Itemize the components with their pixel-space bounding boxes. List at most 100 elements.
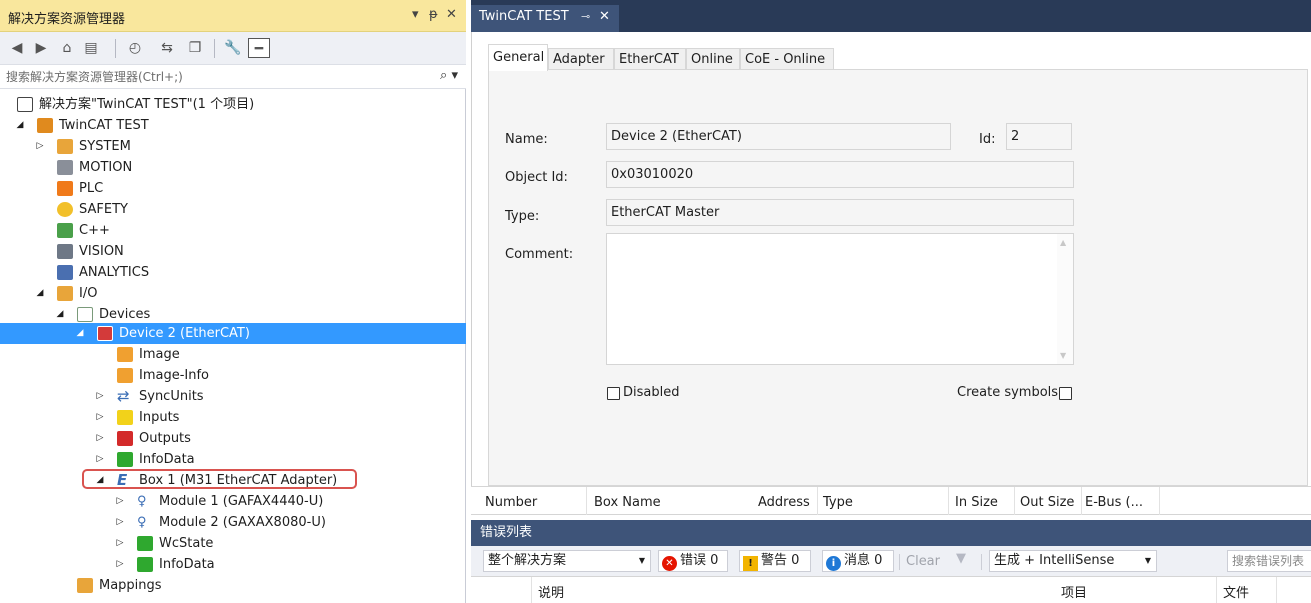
- tree-item-vision[interactable]: VISION: [0, 241, 466, 262]
- scroll-down-icon[interactable]: ▼: [1060, 351, 1066, 360]
- devices-icon: [77, 307, 93, 322]
- tree-item-box-infodata[interactable]: ▷ InfoData: [0, 554, 466, 575]
- clear-button[interactable]: Clear: [906, 554, 940, 569]
- scope-dropdown[interactable]: 整个解决方案 ▼: [483, 550, 651, 572]
- document-tab-bar: TwinCAT TEST ⊸ ✕: [471, 0, 1311, 32]
- window-position-dropdown-icon[interactable]: ▾: [412, 7, 419, 22]
- errors-filter-button[interactable]: ✕ 错误 0: [658, 550, 728, 572]
- tree-item-image-info[interactable]: Image-Info: [0, 365, 466, 386]
- create-symbols-checkbox[interactable]: [1059, 387, 1072, 400]
- expanded-arrow-icon[interactable]: ◢: [54, 304, 66, 325]
- col-number[interactable]: Number: [485, 495, 537, 510]
- comment-label: Comment:: [505, 247, 574, 262]
- tree-item-plc[interactable]: PLC: [0, 178, 466, 199]
- properties-wrench-icon[interactable]: 🔧: [222, 38, 244, 58]
- pin-icon[interactable]: ᵽ: [429, 7, 438, 22]
- collapsed-arrow-icon[interactable]: ▷: [94, 428, 106, 449]
- tree-item-project[interactable]: ◢ TwinCAT TEST: [0, 115, 466, 136]
- back-icon[interactable]: ◀: [6, 38, 28, 58]
- collapsed-arrow-icon[interactable]: ▷: [114, 491, 126, 512]
- scroll-up-icon[interactable]: ▲: [1060, 238, 1066, 247]
- build-filter-dropdown[interactable]: 生成 + IntelliSense ▼: [989, 550, 1157, 572]
- solution-explorer-search[interactable]: ⌕ ▾: [0, 65, 466, 89]
- tree-item-system[interactable]: ▷ SYSTEM: [0, 136, 466, 157]
- col-out-size[interactable]: Out Size: [1020, 495, 1074, 510]
- chevron-down-icon: ▼: [1144, 556, 1151, 565]
- name-field[interactable]: [606, 123, 951, 150]
- object-id-label: Object Id:: [505, 170, 568, 185]
- error-search-box[interactable]: 搜索错误列表: [1227, 550, 1311, 572]
- tree-item-io[interactable]: ◢ I/O: [0, 283, 466, 304]
- tree-item-inputs[interactable]: ▷ Inputs: [0, 407, 466, 428]
- tree-item-motion[interactable]: MOTION: [0, 157, 466, 178]
- collapsed-arrow-icon[interactable]: ▷: [94, 449, 106, 470]
- collapsed-arrow-icon[interactable]: ▷: [114, 533, 126, 554]
- col-box-name[interactable]: Box Name: [594, 495, 661, 510]
- col-file[interactable]: 文件: [1223, 582, 1249, 601]
- filter-icon[interactable]: ▼: [956, 551, 966, 566]
- comment-scrollbar[interactable]: ▲ ▼: [1057, 234, 1073, 364]
- tree-item-solution[interactable]: 解决方案"TwinCAT TEST"(1 个项目): [0, 94, 466, 115]
- tree-item-outputs[interactable]: ▷ Outputs: [0, 428, 466, 449]
- col-type[interactable]: Type: [823, 495, 853, 510]
- tree-item-image[interactable]: Image: [0, 344, 466, 365]
- disabled-checkbox[interactable]: [607, 387, 620, 400]
- type-field: EtherCAT Master: [606, 199, 1074, 226]
- tab-coe-online[interactable]: CoE - Online: [740, 48, 834, 70]
- search-icon[interactable]: ⌕ ▾: [440, 68, 458, 83]
- collapsed-arrow-icon[interactable]: ▷: [114, 512, 126, 533]
- col-project[interactable]: 项目: [1061, 582, 1087, 601]
- collapse-all-icon[interactable]: ❐: [184, 38, 206, 58]
- pending-changes-filter-icon[interactable]: ◴: [124, 38, 146, 58]
- col-ebus[interactable]: E-Bus (...: [1085, 495, 1143, 510]
- expanded-arrow-icon[interactable]: ◢: [74, 323, 86, 344]
- name-input[interactable]: [611, 129, 950, 144]
- collapsed-arrow-icon[interactable]: ▷: [34, 136, 46, 157]
- comment-textarea[interactable]: ▲ ▼: [606, 233, 1074, 365]
- tab-twincat-test[interactable]: TwinCAT TEST ⊸ ✕: [471, 5, 619, 32]
- col-address[interactable]: Address: [758, 495, 810, 510]
- messages-filter-button[interactable]: i 消息 0: [822, 550, 894, 572]
- pin-icon[interactable]: ⊸: [581, 5, 590, 29]
- tree-item-module-2[interactable]: ▷ ♀ Module 2 (GAXAX8080-U): [0, 512, 466, 533]
- tree-item-analytics[interactable]: ANALYTICS: [0, 262, 466, 283]
- tree-item-wcstate[interactable]: ▷ WcState: [0, 533, 466, 554]
- create-symbols-label: Create symbols: [957, 385, 1059, 400]
- home-icon[interactable]: ⌂: [56, 38, 78, 58]
- collapsed-arrow-icon[interactable]: ▷: [94, 386, 106, 407]
- sync-with-document-icon[interactable]: ⇆: [156, 38, 178, 58]
- project-icon: [37, 118, 53, 133]
- collapsed-arrow-icon[interactable]: ▷: [94, 407, 106, 428]
- forward-icon[interactable]: ▶: [30, 38, 52, 58]
- warnings-filter-button[interactable]: ! 警告 0: [739, 550, 811, 572]
- col-description[interactable]: 说明: [538, 582, 564, 601]
- tab-general[interactable]: General: [488, 44, 548, 71]
- tree-item-module-1[interactable]: ▷ ♀ Module 1 (GAFAX4440-U): [0, 491, 466, 512]
- tree-item-devices[interactable]: ◢ Devices: [0, 304, 466, 325]
- tree-item-infodata[interactable]: ▷ InfoData: [0, 449, 466, 470]
- expanded-arrow-icon[interactable]: ◢: [34, 283, 46, 304]
- tree-item-safety[interactable]: SAFETY: [0, 199, 466, 220]
- expanded-arrow-icon[interactable]: ◢: [14, 115, 26, 136]
- tree-item-cpp[interactable]: C++: [0, 220, 466, 241]
- solution-explorer-search-input[interactable]: [4, 67, 424, 87]
- tab-ethercat[interactable]: EtherCAT: [614, 48, 686, 70]
- tree-item-mappings[interactable]: Mappings: [0, 575, 466, 596]
- collapsed-arrow-icon[interactable]: ▷: [114, 554, 126, 575]
- tree-item-device-2-ethercat[interactable]: ◢ Device 2 (EtherCAT): [0, 323, 466, 344]
- tree-item-syncunits[interactable]: ▷ ⇄ SyncUnits: [0, 386, 466, 407]
- close-icon[interactable]: ✕: [446, 7, 457, 22]
- tab-adapter[interactable]: Adapter: [548, 48, 614, 70]
- preview-icon[interactable]: ━: [248, 38, 270, 58]
- error-icon: ✕: [662, 556, 677, 571]
- disabled-label: Disabled: [623, 385, 680, 400]
- col-in-size[interactable]: In Size: [955, 495, 998, 510]
- system-icon: [57, 139, 73, 154]
- tab-online[interactable]: Online: [686, 48, 740, 70]
- safety-icon: [57, 202, 73, 217]
- io-icon: [57, 286, 73, 301]
- box-list-header: Number Box Name Address Type In Size Out…: [471, 486, 1311, 515]
- warning-icon: !: [743, 556, 758, 571]
- close-icon[interactable]: ✕: [599, 5, 610, 29]
- switch-views-icon[interactable]: ▤: [80, 38, 102, 58]
